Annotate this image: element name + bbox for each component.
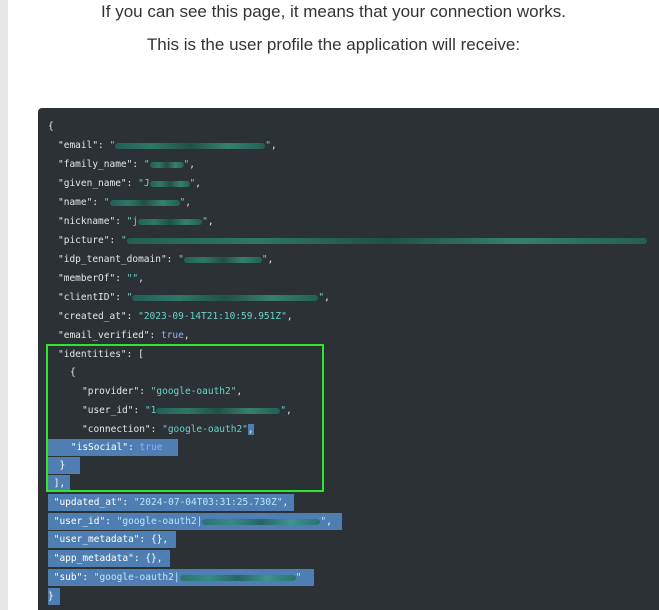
json-line-identities: "identities": [ [58,349,144,360]
json-line-user-id: "user_id": "google-oauth2| ", [48,513,342,530]
redacted-value [183,256,262,263]
json-line-identity-open: { [70,367,76,378]
json-line-identity-close: } [48,457,80,474]
redacted-value [132,294,319,301]
json-line-picture: "picture": " [58,232,647,249]
redacted-value [156,407,281,414]
redacted-value [202,518,321,525]
json-line-memberof: "memberOf": "", [58,273,144,284]
json-line-updated-at: "updated_at": "2024-07-04T03:31:25.730Z"… [48,494,294,511]
json-line-user-metadata: "user_metadata": {}, [48,531,176,548]
json-line-connection: "connection": "google-oauth2", [82,424,254,435]
json-line-sub: "sub": "google-oauth2| " [48,569,314,586]
json-close-brace: } [48,588,60,605]
redacted-value [179,574,296,581]
redacted-value [138,218,203,225]
intro-line-1: If you can see this page, it means that … [101,2,566,21]
redacted-value [149,161,184,168]
json-line-created-at: "created_at": "2023-09-14T21:10:59.951Z"… [58,311,293,322]
json-line-identity-user-id: "user_id": "1 ", [82,405,292,416]
redacted-value [126,237,647,244]
json-line-email-verified: "email_verified": true, [58,330,190,341]
json-line-given-name: "given_name": "J ", [58,178,202,189]
json-line-nickname: "nickname": "j ", [58,216,214,227]
json-line-identities-close: ], [48,475,70,492]
left-edge [0,0,8,610]
json-line-name: "name": " ", [58,197,191,208]
json-line-family-name: "family_name": " ", [58,159,196,170]
redacted-value [149,180,190,187]
redacted-value [109,199,180,206]
json-line-idp-tenant-domain: "idp_tenant_domain": " ", [58,254,274,265]
json-open-brace: { [48,121,54,132]
json-line-is-social: "isSocial": true [48,439,178,456]
json-line-provider: "provider": "google-oauth2", [82,386,243,397]
json-line-app-metadata: "app_metadata": {}, [48,550,170,567]
json-line-email: "email": " ", [58,140,277,151]
json-line-clientid: "clientID": " ", [58,292,330,303]
intro-line-2: This is the user profile the application… [146,35,521,54]
redacted-value [115,142,266,149]
